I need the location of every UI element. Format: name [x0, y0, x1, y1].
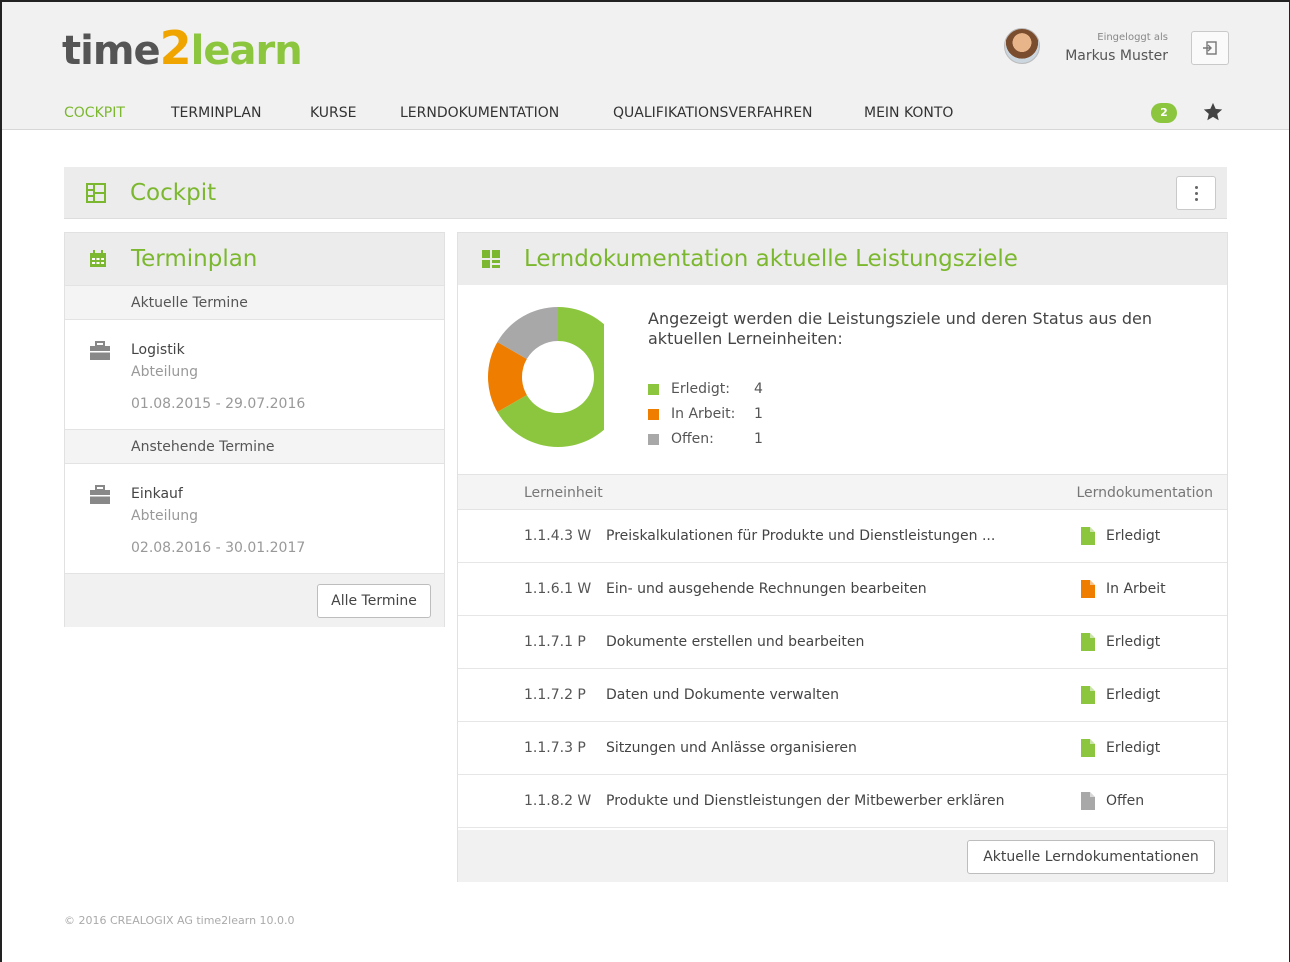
chart-intro-text: Angezeigt werden die Leistungsziele und …	[648, 309, 1153, 348]
star-icon[interactable]	[1202, 101, 1224, 123]
nav-kurse[interactable]: KURSE	[310, 103, 357, 123]
table-row[interactable]: 1.1.4.3 W Preiskalkulationen für Produkte…	[458, 510, 1227, 563]
user-avatar[interactable]	[1004, 28, 1040, 64]
table-row[interactable]: 1.1.7.3 P Sitzungen und Anlässe organisie…	[458, 722, 1227, 775]
all-appointments-button[interactable]: Alle Termine	[317, 584, 431, 618]
row-status[interactable]: Erledigt	[1106, 739, 1160, 757]
appointment-dates: 02.08.2016 - 30.01.2017	[131, 540, 306, 556]
lerndoku-header: Lerndokumentation aktuelle Leistungsziel…	[458, 233, 1227, 285]
terminplan-panel: Terminplan Aktuelle Termine Logistik Abt…	[64, 232, 445, 627]
document-icon[interactable]	[1081, 633, 1095, 651]
briefcase-icon	[90, 485, 110, 504]
nav-terminplan[interactable]: TERMINPLAN	[171, 103, 261, 123]
row-description[interactable]: Daten und Dokumente verwalten	[606, 686, 839, 704]
page-menu-button[interactable]	[1176, 176, 1216, 210]
table-row[interactable]: 1.1.6.1 W Ein- und ausgehende Rechnungen …	[458, 563, 1227, 616]
column-header-lerneinheit: Lerneinheit	[524, 485, 603, 501]
page-footer: © 2016 CREALOGIX AG time2learn 10.0.0	[64, 914, 295, 927]
upcoming-appointments-header: Anstehende Termine	[65, 429, 444, 464]
row-status[interactable]: In Arbeit	[1106, 580, 1166, 598]
table-row[interactable]: 1.1.8.2 W Produkte und Dienstleistungen d…	[458, 775, 1227, 828]
more-vertical-icon	[1194, 185, 1198, 189]
row-status[interactable]: Offen	[1106, 792, 1144, 810]
row-status[interactable]: Erledigt	[1106, 633, 1160, 651]
row-code: 1.1.4.3 W	[524, 528, 592, 544]
dashboard-icon	[86, 183, 106, 203]
terminplan-footer: Alle Termine	[65, 573, 444, 627]
nav-cockpit[interactable]: COCKPIT	[64, 103, 125, 123]
logout-icon	[1203, 41, 1217, 55]
row-code: 1.1.6.1 W	[524, 581, 592, 597]
page-title: Cockpit	[130, 180, 217, 206]
logout-button[interactable]	[1191, 31, 1229, 65]
appointment-type: Abteilung	[131, 508, 198, 524]
current-lerndoku-button[interactable]: Aktuelle Lerndokumentationen	[967, 840, 1215, 874]
nav-lerndokumentation[interactable]: LERNDOKUMENTATION	[400, 103, 559, 123]
nav-qualifikationsverfahren[interactable]: QUALIFIKATIONSVERFAHREN	[613, 103, 813, 123]
lerndoku-footer: Aktuelle Lerndokumentationen	[458, 830, 1227, 882]
document-icon[interactable]	[1081, 792, 1095, 810]
legend-swatch	[648, 384, 659, 395]
current-appointments-header: Aktuelle Termine	[65, 285, 444, 320]
appointment-type: Abteilung	[131, 364, 198, 380]
document-icon[interactable]	[1081, 527, 1095, 545]
widgets-icon	[482, 250, 500, 268]
lerndoku-title: Lerndokumentation aktuelle Leistungsziel…	[524, 246, 1018, 272]
row-code: 1.1.7.2 P	[524, 687, 586, 703]
appointment-current[interactable]: Logistik Abteilung 01.08.2015 - 29.07.20…	[65, 321, 444, 429]
table-row[interactable]: 1.1.7.2 P Daten und Dokumente verwalten Er…	[458, 669, 1227, 722]
row-description[interactable]: Ein- und ausgehende Rechnungen bearbeite…	[606, 580, 927, 598]
document-icon[interactable]	[1081, 739, 1095, 757]
nav-mein-konto[interactable]: MEIN KONTO	[864, 103, 953, 123]
appointment-upcoming[interactable]: Einkauf Abteilung 02.08.2016 - 30.01.201…	[65, 465, 444, 573]
page-title-bar: Cockpit	[64, 167, 1227, 219]
appointment-name: Logistik	[131, 342, 185, 358]
row-description[interactable]: Produkte und Dienstleistungen der Mitbew…	[606, 792, 1004, 810]
logged-in-label: Eingeloggt als	[1097, 32, 1168, 43]
row-description[interactable]: Dokumente erstellen und bearbeiten	[606, 633, 864, 651]
row-description[interactable]: Preiskalkulationen für Produkte und Dien…	[606, 527, 995, 545]
table-header: Lerneinheit Lerndokumentation	[458, 474, 1227, 510]
column-header-lerndokumentation: Lerndokumentation	[1076, 485, 1213, 501]
table-row[interactable]: 1.1.7.1 P Dokumente erstellen und bearbei…	[458, 616, 1227, 669]
row-status[interactable]: Erledigt	[1106, 527, 1160, 545]
user-name[interactable]: Markus Muster	[1042, 47, 1168, 65]
document-icon[interactable]	[1081, 580, 1095, 598]
row-code: 1.1.7.3 P	[524, 740, 586, 756]
legend-swatch	[648, 409, 659, 420]
briefcase-icon	[90, 341, 110, 360]
row-code: 1.1.7.1 P	[524, 634, 586, 650]
calendar-icon	[90, 250, 106, 267]
document-icon[interactable]	[1081, 686, 1095, 704]
status-donut-chart	[488, 307, 604, 447]
lerndoku-panel: Lerndokumentation aktuelle Leistungsziel…	[457, 232, 1228, 882]
appointment-dates: 01.08.2015 - 29.07.2016	[131, 396, 306, 412]
terminplan-header: Terminplan	[65, 233, 444, 285]
row-code: 1.1.8.2 W	[524, 793, 592, 809]
notification-badge[interactable]: 2	[1151, 103, 1177, 123]
legend-swatch	[648, 434, 659, 445]
row-description[interactable]: Sitzungen und Anlässe organisieren	[606, 739, 857, 757]
appointment-name: Einkauf	[131, 486, 183, 502]
row-status[interactable]: Erledigt	[1106, 686, 1160, 704]
terminplan-title: Terminplan	[131, 246, 258, 272]
brand-logo[interactable]: time2learn	[62, 24, 303, 75]
app-header: time2learn Eingeloggt als Markus Muster …	[2, 2, 1289, 130]
